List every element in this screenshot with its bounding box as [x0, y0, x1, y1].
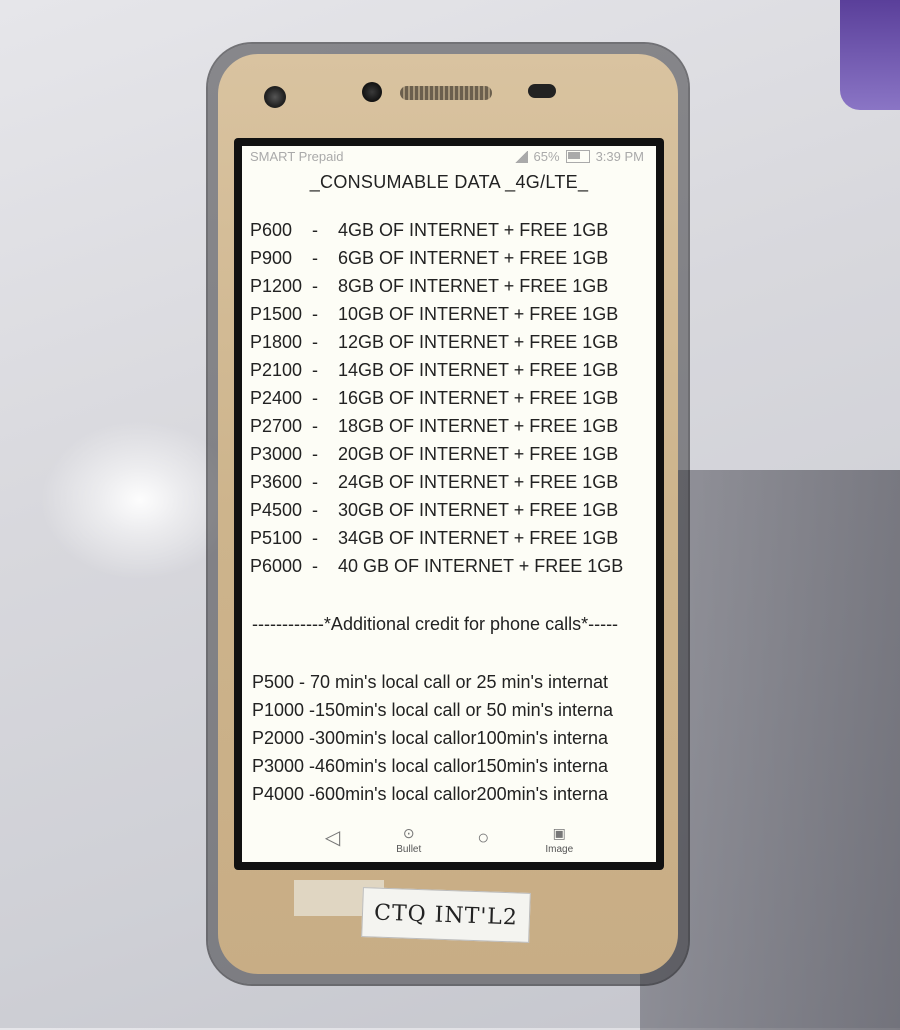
calls-divider: ------------*Additional credit for phone…: [252, 614, 619, 634]
back-triangle-icon: ◁: [324, 827, 341, 849]
plan-dash: -: [312, 444, 318, 464]
plan-price: P900: [250, 248, 293, 268]
plan-description: 34GB OF INTERNET + FREE 1GB: [338, 528, 619, 548]
plan-dash: -: [312, 556, 318, 576]
plan-dash: -: [312, 388, 318, 408]
call-row: P3000 -460min's local callor150min's int…: [252, 756, 609, 776]
plan-description: 24GB OF INTERNET + FREE 1GB: [338, 472, 619, 492]
plan-description: 10GB OF INTERNET + FREE 1GB: [338, 304, 619, 324]
plan-row: P3000-20GB OF INTERNET + FREE 1GB: [242, 440, 656, 468]
plan-price: P5100: [250, 528, 303, 548]
plan-row: P1800-12GB OF INTERNET + FREE 1GB: [242, 328, 656, 356]
bullet-label: Bullet: [396, 843, 422, 855]
plan-row: P6000-40 GB OF INTERNET + FREE 1GB: [242, 552, 656, 580]
home-circle-icon: ○: [477, 827, 490, 849]
status-right: 65% 3:39 PM: [513, 149, 644, 164]
signal-icon: [513, 150, 528, 163]
plan-price: P1200: [250, 276, 303, 296]
plan-description: 12GB OF INTERNET + FREE 1GB: [338, 332, 619, 352]
plan-dash: -: [312, 276, 318, 296]
clock: 3:39 PM: [595, 149, 644, 164]
sticker-text: CTQ INT'L2: [373, 899, 519, 931]
plan-dash: -: [312, 472, 318, 492]
plan-price: P3000: [250, 444, 303, 464]
proximity-sensor: [362, 82, 382, 102]
plan-dash: -: [312, 220, 318, 240]
plan-dash: -: [312, 304, 318, 324]
plan-description: 30GB OF INTERNET + FREE 1GB: [338, 500, 619, 520]
battery-percent: 65%: [533, 149, 560, 164]
battery-icon: [565, 150, 590, 163]
plan-price: P6000: [250, 556, 303, 576]
background-object: [840, 0, 900, 110]
checkmark-circle-icon: ⊙: [402, 824, 415, 841]
navigation-bar: ◁ ⊙ Bullet ○ ▣ Image: [242, 814, 656, 862]
image-label: Image: [545, 843, 574, 855]
bullet-button[interactable]: ⊙ Bullet: [396, 822, 421, 855]
plan-row: P900-6GB OF INTERNET + FREE 1GB: [242, 244, 656, 272]
notification-led: [528, 84, 556, 98]
document-title: _CONSUMABLE DATA _4G/LTE_: [309, 172, 589, 192]
plan-dash: -: [312, 248, 318, 268]
plan-description: 6GB OF INTERNET + FREE 1GB: [338, 248, 609, 268]
plan-price: P2100: [250, 360, 303, 380]
plan-row: P1200-8GB OF INTERNET + FREE 1GB: [242, 272, 656, 300]
back-button[interactable]: ◁: [325, 827, 340, 849]
plan-dash: -: [312, 360, 318, 380]
plan-row: P2400-16GB OF INTERNET + FREE 1GB: [242, 384, 656, 412]
status-bar: SMART Prepaid 65% 3:39 PM: [242, 146, 656, 166]
plan-description: 8GB OF INTERNET + FREE 1GB: [338, 276, 609, 296]
plan-price: P3600: [250, 472, 303, 492]
plan-dash: -: [312, 332, 318, 352]
plan-row: P3600-24GB OF INTERNET + FREE 1GB: [242, 468, 656, 496]
plan-dash: -: [312, 528, 318, 548]
plan-row: P600-4GB OF INTERNET + FREE 1GB: [242, 216, 656, 244]
document-content: _CONSUMABLE DATA _4G/LTE_ P600-4GB OF IN…: [242, 168, 656, 808]
call-row: P4000 -600min's local callor200min's int…: [252, 784, 609, 804]
plan-price: P1500: [250, 304, 303, 324]
earpiece-speaker: [400, 86, 492, 100]
home-button[interactable]: ○: [477, 827, 489, 849]
plan-price: P1800: [250, 332, 303, 352]
call-row: P500 - 70 min's local call or 25 min's i…: [252, 672, 609, 692]
plan-description: 18GB OF INTERNET + FREE 1GB: [338, 416, 619, 436]
plan-row: P5100-34GB OF INTERNET + FREE 1GB: [242, 524, 656, 552]
phone-screen: SMART Prepaid 65% 3:39 PM _CONSUMABLE DA…: [242, 146, 656, 862]
plan-row: P2100-14GB OF INTERNET + FREE 1GB: [242, 356, 656, 384]
plan-description: 16GB OF INTERNET + FREE 1GB: [338, 388, 619, 408]
plan-dash: -: [312, 500, 318, 520]
image-button[interactable]: ▣ Image: [545, 822, 573, 855]
plan-description: 20GB OF INTERNET + FREE 1GB: [338, 444, 619, 464]
carrier-label: SMART Prepaid: [250, 149, 344, 164]
call-row: P1000 -150min's local call or 50 min's i…: [252, 700, 614, 720]
plan-price: P4500: [250, 500, 303, 520]
plan-description: 4GB OF INTERNET + FREE 1GB: [338, 220, 609, 240]
label-sticker: CTQ INT'L2: [361, 887, 531, 943]
call-credit-list: P500 - 70 min's local call or 25 min's i…: [242, 668, 656, 808]
plan-description: 14GB OF INTERNET + FREE 1GB: [338, 360, 619, 380]
plan-price: P2700: [250, 416, 303, 436]
plan-row: P2700-18GB OF INTERNET + FREE 1GB: [242, 412, 656, 440]
plan-description: 40 GB OF INTERNET + FREE 1GB: [338, 556, 624, 576]
plan-price: P2400: [250, 388, 303, 408]
plan-row: P4500-30GB OF INTERNET + FREE 1GB: [242, 496, 656, 524]
plan-dash: -: [312, 416, 318, 436]
call-row: P2000 -300min's local callor100min's int…: [252, 728, 609, 748]
image-icon: ▣: [552, 824, 566, 841]
front-camera: [264, 86, 286, 108]
plan-price: P600: [250, 220, 293, 240]
plan-row: P1500-10GB OF INTERNET + FREE 1GB: [242, 300, 656, 328]
data-plan-list: P600-4GB OF INTERNET + FREE 1GB P900-6GB…: [242, 216, 656, 580]
